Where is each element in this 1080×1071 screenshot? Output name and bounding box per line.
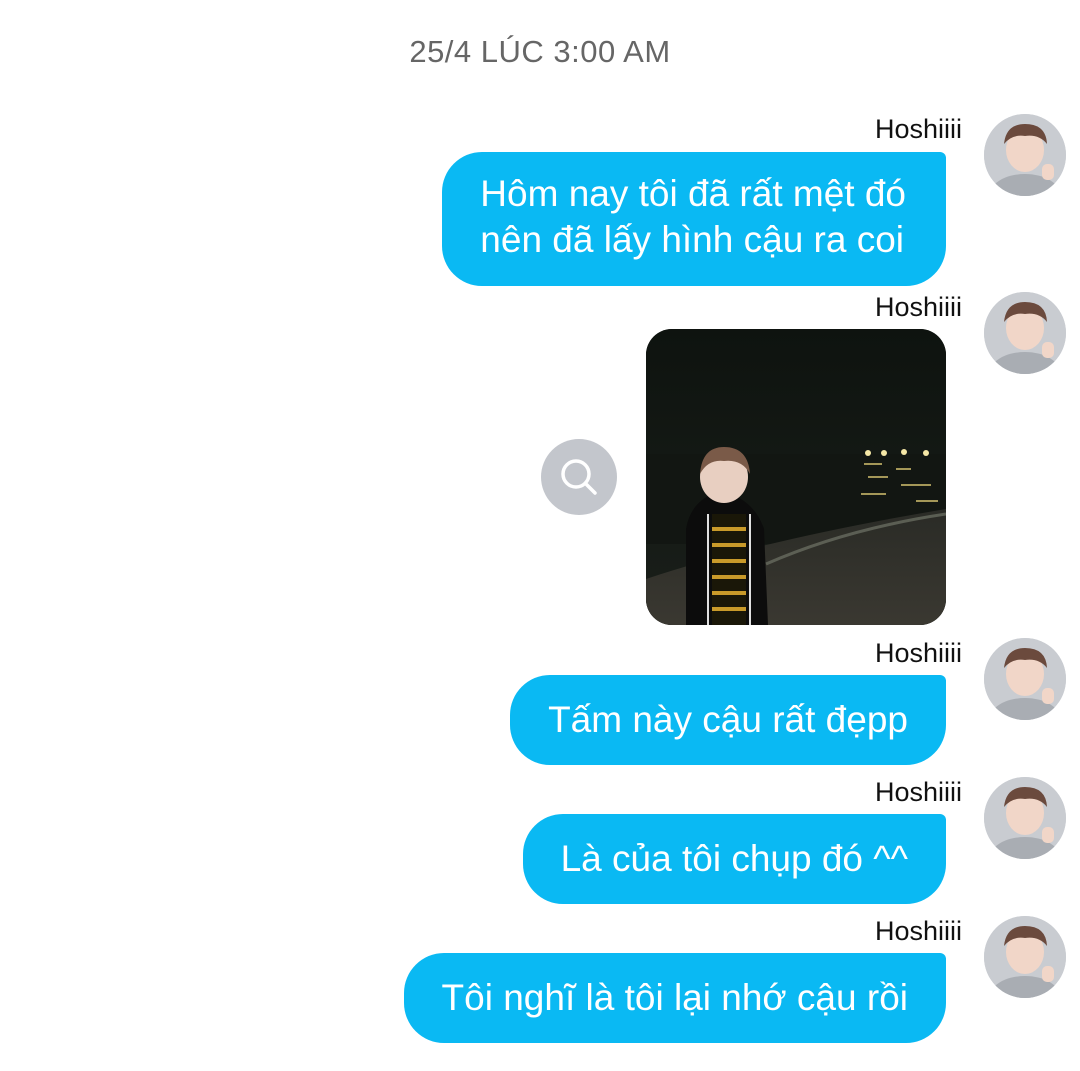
sender-name: Hoshiiii bbox=[874, 777, 962, 807]
message-bubble[interactable]: Tôi nghĩ là tôi lại nhớ cậu rồi bbox=[403, 953, 946, 1043]
message-text: Tấm này cậu rất đẹpp bbox=[548, 699, 908, 740]
sender-name: Hoshiiii bbox=[874, 292, 962, 322]
message-text: Tôi nghĩ là tôi lại nhớ cậu rồi bbox=[441, 977, 908, 1018]
avatar[interactable] bbox=[984, 114, 1066, 196]
message-text-line: Hôm nay tôi đã rất mệt đó bbox=[480, 173, 906, 214]
avatar[interactable] bbox=[984, 638, 1066, 720]
zoom-image-button[interactable] bbox=[541, 439, 617, 515]
sender-name: Hoshiiii bbox=[874, 638, 962, 668]
message-bubble[interactable]: Tấm này cậu rất đẹpp bbox=[510, 675, 946, 765]
message-text-line: nên đã lấy hình cậu ra coi bbox=[480, 219, 905, 260]
night-beach-photo[interactable] bbox=[646, 329, 946, 625]
avatar[interactable] bbox=[984, 916, 1066, 998]
message-timestamp: 25/4 LÚC 3:00 AM bbox=[409, 34, 671, 69]
message-bubble[interactable]: Hôm nay tôi đã rất mệt đó nên đã lấy hìn… bbox=[442, 152, 946, 286]
avatar[interactable] bbox=[984, 777, 1066, 859]
search-icon bbox=[561, 459, 597, 495]
sender-name: Hoshiiii bbox=[874, 916, 962, 946]
message-bubble[interactable]: Là của tôi chụp đó ^^ bbox=[522, 814, 946, 904]
sender-name: Hoshiiii bbox=[874, 114, 962, 144]
avatar[interactable] bbox=[984, 292, 1066, 374]
message-text: Là của tôi chụp đó ^^ bbox=[560, 838, 908, 879]
